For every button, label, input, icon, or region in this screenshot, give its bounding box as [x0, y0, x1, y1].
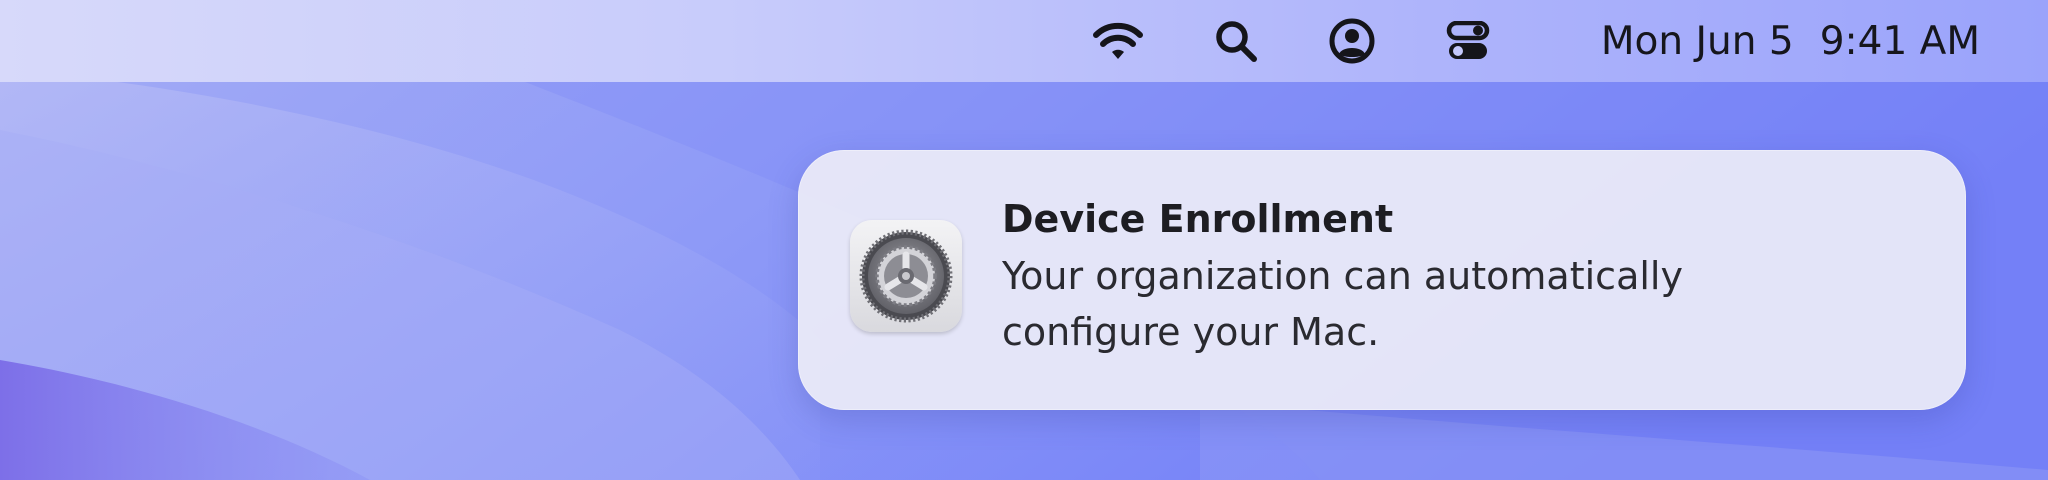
notification-content: Device Enrollment Your organization can …: [1002, 194, 1926, 360]
wifi-status-item[interactable]: [1088, 0, 1148, 82]
menu-bar: Mon Jun 5 9:41 AM: [0, 0, 2048, 82]
notification-title: Device Enrollment: [1002, 197, 1394, 241]
user-account-icon: [1329, 18, 1375, 64]
wifi-icon: [1093, 22, 1143, 59]
gear-icon: [859, 229, 953, 323]
spotlight-status-item[interactable]: [1208, 0, 1264, 82]
spotlight-search-icon: [1216, 21, 1257, 62]
control-center-status-item[interactable]: [1440, 0, 1496, 82]
menu-bar-clock[interactable]: Mon Jun 5 9:41 AM: [1601, 0, 1980, 82]
clock-time: 9:41 AM: [1819, 18, 1980, 64]
notification-body: Your organization can automatically conf…: [1002, 254, 1683, 354]
control-center-icon: [1446, 21, 1490, 59]
clock-date: Mon Jun 5: [1600, 18, 1794, 64]
notification-banner[interactable]: Device Enrollment Your organization can …: [798, 150, 1966, 410]
system-settings-app-icon: [850, 220, 962, 332]
user-account-status-item[interactable]: [1322, 0, 1382, 82]
